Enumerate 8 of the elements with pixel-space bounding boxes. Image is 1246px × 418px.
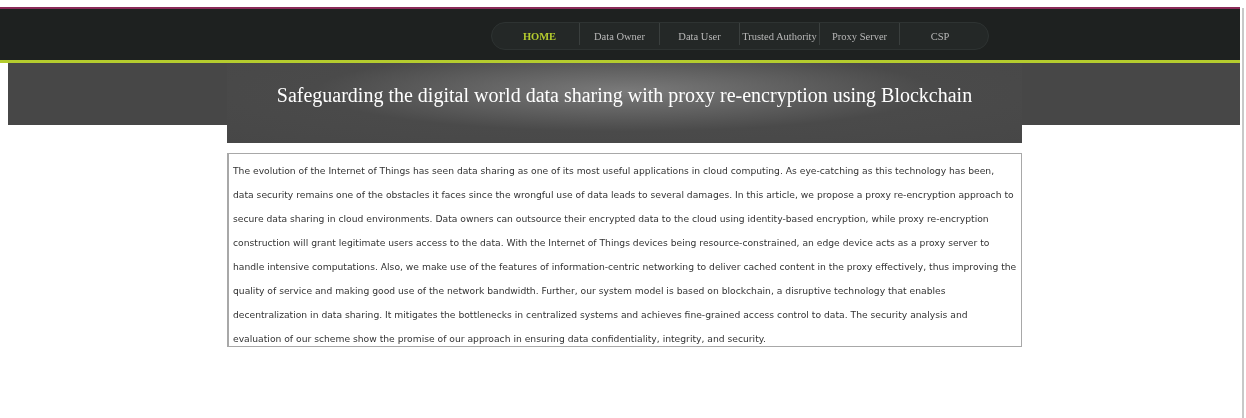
nav-link[interactable]: Proxy Server bbox=[820, 23, 900, 45]
page-title: Safeguarding the digital world data sharing with proxy re-encryption using Blockchain bbox=[275, 83, 974, 109]
nav-link[interactable]: Data Owner bbox=[580, 23, 660, 45]
nav-link[interactable]: Trusted Authority bbox=[740, 23, 820, 45]
nav-link[interactable]: CSP bbox=[900, 23, 980, 45]
nav-link[interactable]: Data User bbox=[660, 23, 740, 45]
abstract-paragraph: The evolution of the Internet of Things has seen data sharing as one of its most useful applications in cloud computing. As eye-catching as this technology has been, data security remains one of the obstacles it faces since the wrongful use of data leads to several damages. In this article, we propose a proxy re-encryption approach to secure data sharing in cloud environments. Data owners can outsource their encrypted data to the cloud using identity-based encryption, while proxy re-encryption construction will grant legitimate users access to the data. With the Internet of Things devices being resource-constrained, an edge device acts as a proxy server to handle intensive computations. Also, we make use of the features of information-centric networking to deliver cached content in the proxy effectively, thus improving the quality of service and making good use of the network bandwidth. Further, our system model is based on blockchain, a disruptive technology that enables decentralization in data sharing. It mitigates the bottlenecks in centralized systems and achieves fine-grained access control to data. The security analysis and evaluation of our scheme show the promise of our approach in ensuring data confidentiality, integrity, and security. bbox=[233, 164, 1017, 346]
nav-link[interactable]: HOME bbox=[500, 23, 580, 45]
